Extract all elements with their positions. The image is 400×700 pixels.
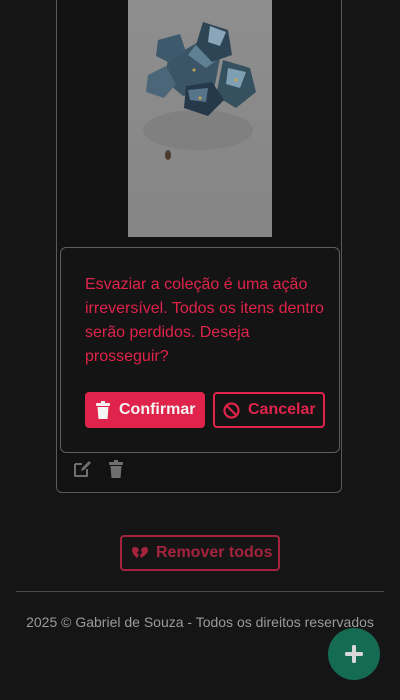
card-actions xyxy=(72,459,126,479)
remove-all-button[interactable]: Remover todos xyxy=(120,535,280,571)
footer-copyright: 2025 © Gabriel de Souza - Todos os direi… xyxy=(26,614,374,630)
trash-icon[interactable] xyxy=(106,459,126,479)
dice-photo xyxy=(128,0,272,237)
remove-all-label: Remover todos xyxy=(156,544,273,561)
confirm-label: Confirmar xyxy=(119,401,196,418)
cancel-button[interactable]: Cancelar xyxy=(213,392,325,428)
confirm-button[interactable]: Confirmar xyxy=(85,392,205,428)
dialog-message: Esvaziar a coleção é uma ação irreversív… xyxy=(85,276,324,365)
broken-heart-icon xyxy=(132,547,148,558)
plus-icon xyxy=(345,645,363,663)
footer-divider xyxy=(16,591,384,592)
confirm-empty-dialog: Esvaziar a coleção é uma ação irreversív… xyxy=(60,247,340,453)
add-button[interactable] xyxy=(328,628,380,680)
trash-icon xyxy=(96,401,110,419)
dice-photo-image xyxy=(143,22,256,160)
cancel-label: Cancelar xyxy=(248,401,316,418)
edit-icon[interactable] xyxy=(72,459,92,479)
ban-icon xyxy=(223,401,240,419)
